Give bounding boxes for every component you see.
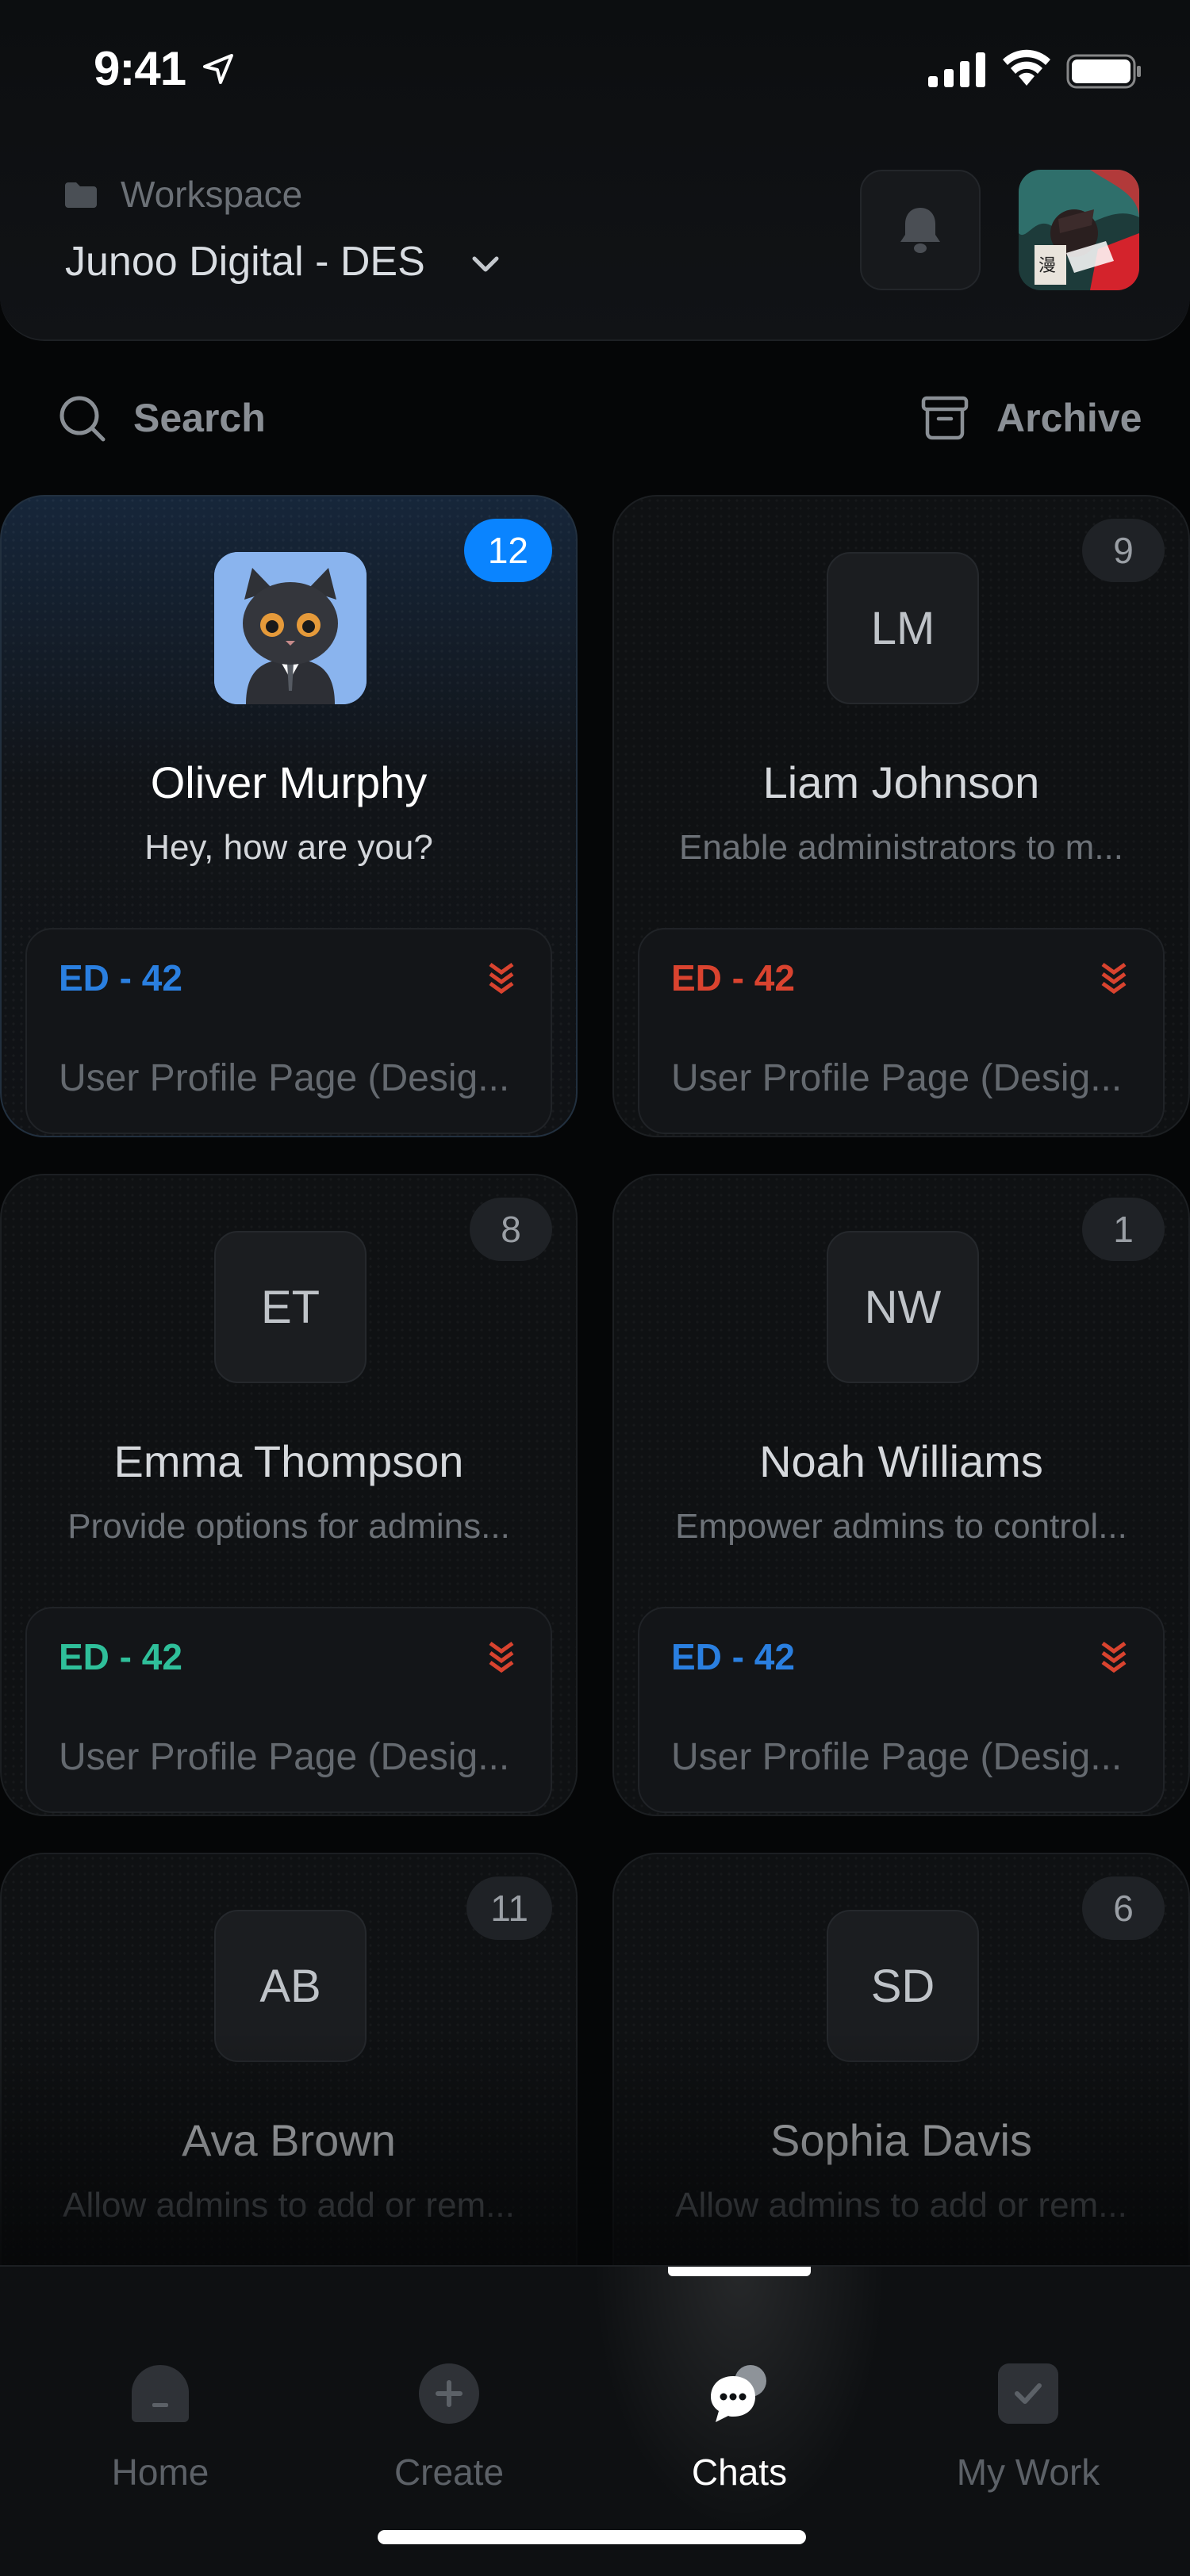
unread-count-badge: 12 bbox=[463, 519, 552, 582]
folder-icon bbox=[65, 182, 97, 208]
initials-avatar: NW bbox=[827, 1231, 979, 1383]
battery-icon bbox=[1066, 54, 1141, 89]
last-message: Empower admins to control... bbox=[675, 1507, 1127, 1546]
chat-card[interactable]: 12 Oliver Murphy Hey, how are you? ED - … bbox=[0, 495, 578, 1137]
bell-icon bbox=[900, 208, 940, 253]
chat-bubbles-icon bbox=[711, 2365, 766, 2422]
task-id: ED - 42 bbox=[59, 957, 182, 999]
chat-card[interactable]: 9 LM Liam Johnson Enable administrators … bbox=[612, 495, 1190, 1137]
unread-count-badge: 8 bbox=[470, 1198, 552, 1261]
contact-name: Emma Thompson bbox=[113, 1436, 464, 1486]
notifications-button[interactable] bbox=[860, 170, 981, 290]
archive-button[interactable]: Archive bbox=[996, 395, 1142, 441]
task-id: ED - 42 bbox=[671, 1636, 795, 1677]
wifi-icon bbox=[1003, 49, 1050, 86]
cat-avatar bbox=[214, 552, 367, 704]
last-message: Hey, how are you? bbox=[144, 828, 433, 867]
tab-home[interactable]: Home bbox=[41, 2314, 279, 2493]
location-arrow-icon bbox=[203, 54, 233, 84]
svg-text:漫: 漫 bbox=[1038, 256, 1056, 276]
contact-name: Liam Johnson bbox=[762, 757, 1040, 807]
plus-icon bbox=[419, 2363, 479, 2424]
initials-avatar: SD bbox=[827, 1910, 979, 2062]
contact-name: Ava Brown bbox=[182, 2115, 396, 2165]
last-message: Provide options for admins... bbox=[67, 1507, 510, 1546]
search-icon[interactable] bbox=[57, 393, 108, 444]
contact-name: Sophia Davis bbox=[770, 2115, 1032, 2165]
search-button[interactable]: Search bbox=[133, 395, 266, 441]
task-title: User Profile Page (Desig... bbox=[671, 1057, 1123, 1099]
tab-chats[interactable]: Chats bbox=[620, 2314, 858, 2493]
chat-card[interactable]: 1 NW Noah Williams Empower admins to con… bbox=[612, 1174, 1190, 1816]
tab-label: My Work bbox=[956, 2451, 1100, 2493]
chat-card[interactable]: 8 ET Emma Thompson Provide options for a… bbox=[0, 1174, 578, 1816]
chevron-down-icon[interactable] bbox=[468, 251, 503, 279]
tab-label: Home bbox=[111, 2451, 209, 2493]
user-avatar[interactable]: 漫 bbox=[1019, 170, 1139, 290]
tab-label: Create bbox=[393, 2451, 505, 2493]
priority-chevrons-icon bbox=[489, 962, 514, 995]
last-message: Enable administrators to m... bbox=[678, 828, 1123, 867]
cellular-signal-icon bbox=[928, 52, 985, 87]
checkbox-icon bbox=[998, 2363, 1058, 2424]
unread-count-badge: 11 bbox=[466, 1876, 552, 1940]
linked-task[interactable]: ED - 42 User Profile Page (Desig... bbox=[638, 1607, 1165, 1813]
linked-task[interactable]: ED - 42 User Profile Page (Desig... bbox=[25, 1607, 552, 1813]
home-icon bbox=[132, 2365, 189, 2422]
initials-avatar: LM bbox=[827, 552, 979, 704]
workspace-label: Workspace bbox=[121, 174, 303, 215]
linked-task[interactable]: ED - 42 User Profile Page (Desig... bbox=[638, 928, 1165, 1134]
last-message: Allow admins to add or rem... bbox=[63, 2186, 515, 2225]
status-time: 9:41 bbox=[94, 42, 186, 95]
task-title: User Profile Page (Desig... bbox=[59, 1736, 510, 1778]
unread-count-badge: 6 bbox=[1082, 1876, 1165, 1940]
home-indicator[interactable] bbox=[378, 2530, 806, 2544]
task-title: User Profile Page (Desig... bbox=[671, 1736, 1123, 1778]
linked-task[interactable]: ED - 42 User Profile Page (Desig... bbox=[25, 928, 552, 1134]
archive-icon[interactable] bbox=[920, 393, 969, 443]
contact-name: Oliver Murphy bbox=[150, 757, 428, 807]
initials-avatar: ET bbox=[214, 1231, 367, 1383]
priority-chevrons-icon bbox=[1101, 962, 1127, 995]
tab-my-work[interactable]: My Work bbox=[909, 2314, 1147, 2493]
unread-count-badge: 9 bbox=[1082, 519, 1165, 582]
status-bar: 9:41 bbox=[0, 0, 1190, 143]
task-title: User Profile Page (Desig... bbox=[59, 1057, 510, 1099]
contact-name: Noah Williams bbox=[759, 1436, 1043, 1486]
active-tab-indicator bbox=[668, 2267, 811, 2276]
tab-label: Chats bbox=[691, 2451, 788, 2493]
task-id: ED - 42 bbox=[671, 957, 795, 999]
workspace-selector[interactable]: Junoo Digital - DES bbox=[65, 238, 425, 286]
last-message: Allow admins to add or rem... bbox=[675, 2186, 1127, 2225]
initials-avatar: AB bbox=[214, 1910, 367, 2062]
task-id: ED - 42 bbox=[59, 1636, 182, 1677]
tab-create[interactable]: Create bbox=[330, 2314, 568, 2493]
priority-chevrons-icon bbox=[489, 1641, 514, 1673]
unread-count-badge: 1 bbox=[1082, 1198, 1165, 1261]
priority-chevrons-icon bbox=[1101, 1641, 1127, 1673]
